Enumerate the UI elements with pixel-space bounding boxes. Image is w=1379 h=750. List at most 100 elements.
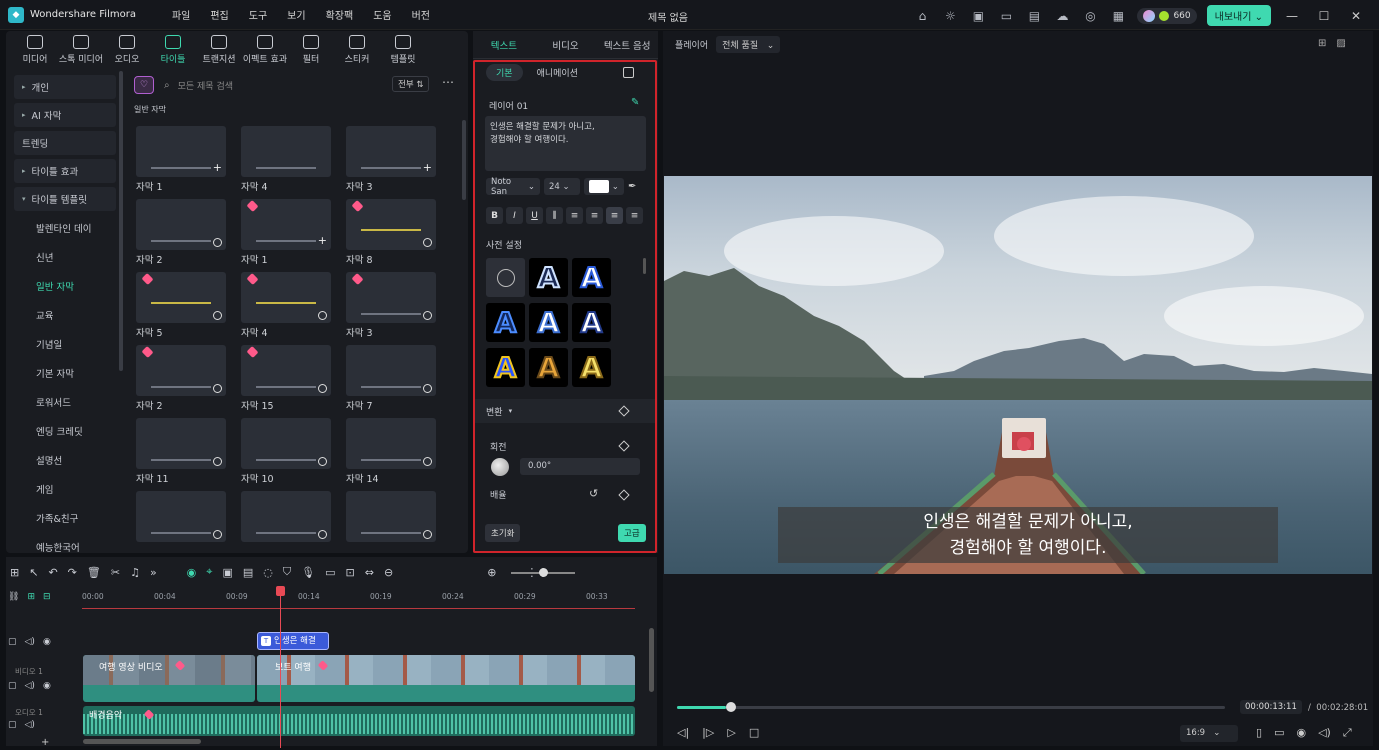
tab-templates[interactable]: 템플릿 (380, 31, 426, 69)
download-icon[interactable] (423, 238, 432, 247)
download-icon[interactable] (213, 530, 222, 539)
title-card[interactable]: + 자막 1 (241, 199, 331, 266)
menu-version[interactable]: 버전 (402, 7, 440, 22)
playback-progress[interactable] (677, 706, 1225, 709)
favorites-icon[interactable]: ♡ (134, 76, 154, 94)
advanced-button[interactable]: 고급 (618, 524, 646, 542)
reset-scale-icon[interactable]: ↺ (589, 487, 598, 500)
subtitle-icon[interactable]: ▭ (325, 566, 335, 579)
download-icon[interactable] (318, 384, 327, 393)
download-icon[interactable] (213, 384, 222, 393)
marker-icon[interactable]: ▯ (1256, 726, 1262, 740)
rotate-knob[interactable] (491, 458, 509, 476)
eye-icon[interactable]: ◉ (43, 637, 51, 647)
add-track-icon[interactable]: ⊞ (27, 592, 35, 602)
save-icon[interactable]: ▤ (1025, 7, 1043, 25)
zoom-slider-handle[interactable] (539, 568, 548, 577)
export-button[interactable]: 내보내기 ⌄ (1206, 5, 1271, 26)
download-icon[interactable] (318, 457, 327, 466)
sidebar-item[interactable]: 로워서드 (14, 390, 116, 414)
sidebar-item[interactable]: 예능한국어 (14, 535, 116, 553)
ai-cut-icon[interactable]: ▣ (222, 566, 232, 579)
preset-style-5[interactable]: A (572, 303, 611, 342)
gift-icon[interactable]: ⌂ (913, 7, 931, 25)
tab-titles[interactable]: 타이틀 (150, 31, 196, 69)
mute-icon[interactable]: ◁) (25, 637, 35, 647)
title-card[interactable]: 자막 3 (346, 272, 436, 339)
redo-icon[interactable]: ↷ (68, 566, 77, 579)
align-justify-icon[interactable]: ≡ (626, 207, 643, 224)
preset-style-2[interactable]: A (572, 258, 611, 297)
video-clip-1[interactable]: 여행 영상 비디오 (83, 655, 255, 702)
download-icon[interactable] (423, 530, 432, 539)
sidebar-item[interactable]: 일반 자막 (14, 274, 116, 298)
menu-file[interactable]: 파일 (162, 7, 200, 22)
download-icon[interactable] (318, 311, 327, 320)
align-right-icon[interactable]: ≡ (606, 207, 623, 224)
track-manage-icon[interactable]: ⊟ (43, 592, 51, 602)
sidebar-item[interactable]: 신년 (14, 245, 116, 269)
color-picker[interactable]: ⌄ (584, 178, 624, 195)
grid-icon[interactable]: ▦ (1109, 7, 1127, 25)
align-left-icon[interactable]: ≡ (566, 207, 583, 224)
menu-help[interactable]: 도움 (363, 7, 401, 22)
tab-effects[interactable]: 이펙트 효과 (242, 31, 288, 69)
speed-icon[interactable]: ◌ (263, 566, 273, 579)
add-icon[interactable]: + (41, 737, 49, 748)
tab-stickers[interactable]: 스티커 (334, 31, 380, 69)
preset-scrollbar[interactable] (643, 258, 646, 274)
title-card[interactable]: 자막 8 (346, 199, 436, 266)
title-card[interactable]: + 자막 3 (346, 126, 436, 193)
mute-icon[interactable]: ◁) (25, 720, 35, 730)
tab-stock-media[interactable]: 스톡 미디어 (58, 31, 104, 69)
tab-video[interactable]: 비디오 (535, 38, 597, 52)
title-card[interactable] (136, 491, 226, 544)
sidebar-item[interactable]: ▸ AI 자막 (14, 103, 116, 127)
sidebar-scrollbar[interactable] (119, 71, 123, 371)
cut-icon[interactable]: ✂ (111, 566, 120, 579)
sidebar-item[interactable]: 설명선 (14, 448, 116, 472)
sidebar-item[interactable]: 트렌딩 (14, 131, 116, 155)
sidebar-item[interactable]: ▸ 개인 (14, 75, 116, 99)
title-card[interactable]: 자막 14 (346, 418, 436, 485)
snap-icon[interactable]: ⌖ (206, 565, 212, 579)
cloud-upload-icon[interactable]: ☁ (1053, 7, 1071, 25)
download-icon[interactable] (213, 311, 222, 320)
preset-style-4[interactable]: A (529, 303, 568, 342)
layout-icon[interactable]: ⊞ (10, 566, 19, 579)
grid-scrollbar[interactable] (462, 120, 466, 200)
tab-text[interactable]: 텍스트 (473, 38, 535, 52)
tab-text-to-speech[interactable]: 텍스트 음성 (596, 38, 658, 52)
sidebar-item[interactable]: 가족&친구 (14, 506, 116, 530)
sidebar-item[interactable]: 기본 자막 (14, 361, 116, 385)
timeline-vertical-scrollbar[interactable] (649, 628, 654, 692)
download-icon[interactable] (213, 238, 222, 247)
download-icon[interactable] (423, 457, 432, 466)
tab-transitions[interactable]: 트랜지션 (196, 31, 242, 69)
tab-animation[interactable]: 애니메이션 (527, 64, 588, 81)
snapshot-icon[interactable]: ◉ (1296, 726, 1306, 740)
title-card[interactable]: 자막 4 (241, 272, 331, 339)
render-icon[interactable]: ▤ (243, 566, 253, 579)
headset-icon[interactable]: ◎ (1081, 7, 1099, 25)
vertical-text-icon[interactable]: ⫼ (546, 207, 563, 224)
play-reverse-icon[interactable]: |▷ (702, 726, 714, 739)
title-card[interactable] (346, 491, 436, 544)
folder-icon[interactable]: ▢ (8, 681, 17, 691)
zoom-out-icon[interactable]: ⊖ (384, 566, 393, 579)
menu-view[interactable]: 보기 (277, 7, 315, 22)
play-icon[interactable]: ▷ (727, 726, 735, 739)
preset-style-7[interactable]: A (529, 348, 568, 387)
shield-icon[interactable]: ⛉ (283, 565, 291, 579)
sidebar-item[interactable]: 교육 (14, 303, 116, 327)
progress-handle[interactable] (726, 702, 736, 712)
eye-icon[interactable]: ◉ (43, 681, 51, 691)
menu-extensions[interactable]: 확장팩 (316, 7, 364, 22)
tab-audio[interactable]: 오디오 (104, 31, 150, 69)
save-preset-icon[interactable] (623, 67, 634, 78)
font-size-dropdown[interactable]: 24 ⌄ (544, 178, 580, 195)
time-ruler[interactable]: 00:00 00:04 00:09 00:14 00:19 00:24 00:29 00:33 (82, 588, 635, 608)
credit-badge[interactable]: 660 (1137, 7, 1197, 24)
title-card[interactable]: 자막 5 (136, 272, 226, 339)
folder-icon[interactable]: ▢ (8, 720, 17, 730)
